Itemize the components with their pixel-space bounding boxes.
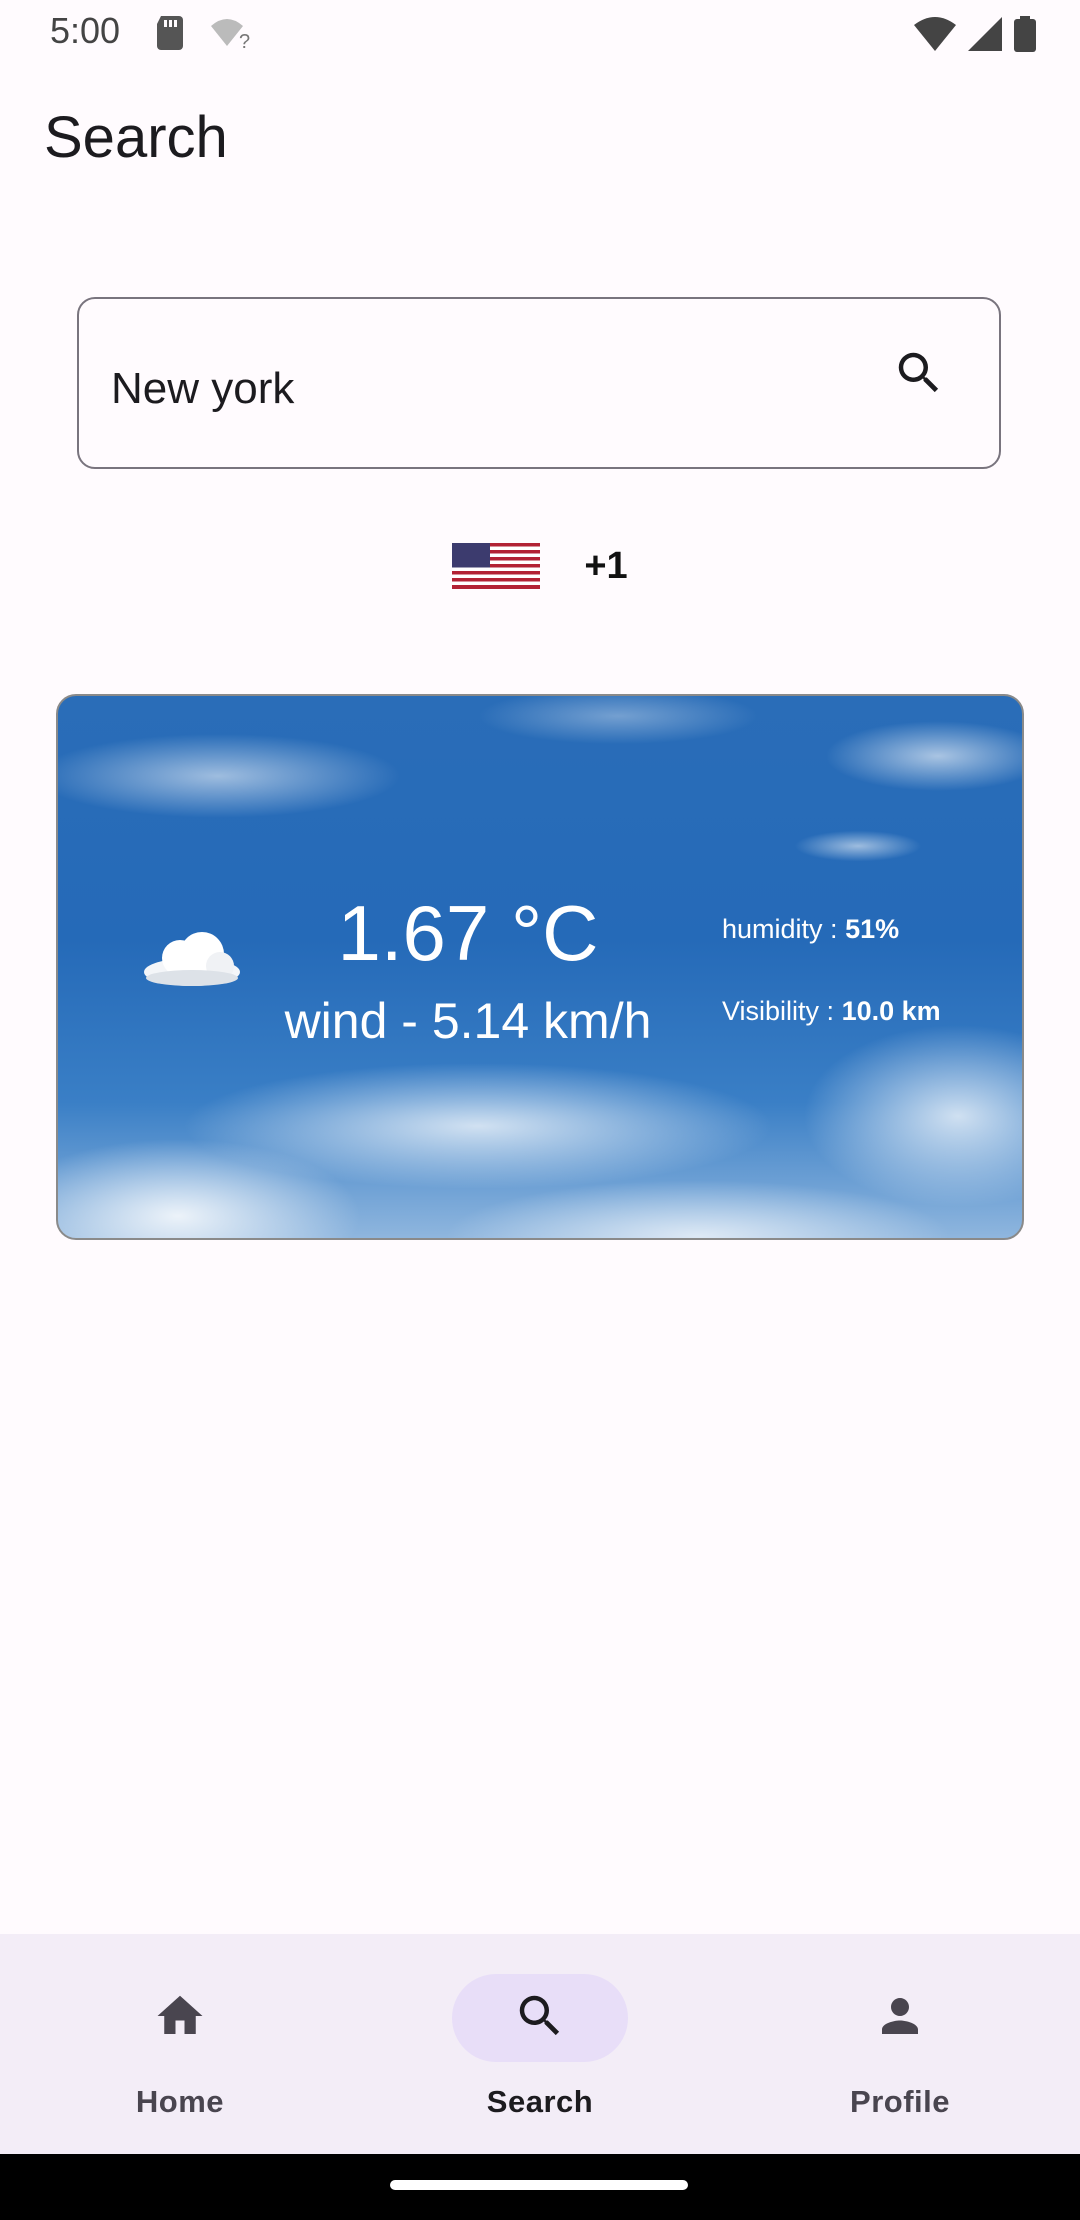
temperature: 1.67 °C	[337, 889, 599, 977]
wind-speed: wind - 5.14 km/h	[284, 993, 652, 1049]
wifi-icon	[914, 17, 956, 56]
nav-item-search[interactable]: Search	[360, 1934, 720, 2154]
home-gesture-handle[interactable]	[390, 2180, 688, 2190]
nav-label-search: Search	[486, 2084, 594, 2119]
search-button[interactable]	[887, 343, 951, 407]
humidity-value: 51%	[845, 914, 900, 944]
search-field[interactable]	[77, 297, 1001, 469]
search-icon	[513, 1989, 567, 2048]
weather-card: 1.67 °C wind - 5.14 km/h humidity : 51% …	[56, 694, 1024, 1240]
search-input[interactable]	[111, 339, 871, 439]
bottom-navigation: Home Search Profile	[0, 1934, 1080, 2154]
country-row[interactable]: +1	[0, 542, 1080, 590]
svg-text:?: ?	[239, 31, 250, 50]
nav-item-home[interactable]: Home	[0, 1934, 360, 2154]
person-icon	[873, 1989, 927, 2048]
status-time: 5:00	[50, 10, 121, 51]
nav-label-home: Home	[135, 2084, 225, 2119]
status-bar: 5:00 ?	[0, 0, 1080, 66]
nav-item-profile[interactable]: Profile	[720, 1934, 1080, 2154]
humidity: humidity : 51%	[722, 914, 899, 945]
visibility: Visibility : 10.0 km	[722, 996, 941, 1027]
wifi-question-icon: ?	[209, 16, 253, 55]
active-indicator	[452, 1974, 628, 2062]
visibility-value: 10.0 km	[841, 996, 941, 1026]
home-icon	[153, 1989, 207, 2048]
dial-code: +1	[584, 544, 628, 587]
nav-label-profile: Profile	[850, 2084, 950, 2119]
battery-icon	[1014, 16, 1036, 57]
search-icon	[892, 346, 946, 405]
system-gesture-bar	[0, 2154, 1080, 2220]
sd-card-icon	[155, 16, 185, 55]
visibility-label: Visibility :	[722, 996, 835, 1026]
us-flag-icon	[452, 543, 541, 589]
humidity-label: humidity :	[722, 914, 838, 944]
signal-icon	[968, 17, 1002, 56]
page-title: Search	[44, 105, 228, 170]
